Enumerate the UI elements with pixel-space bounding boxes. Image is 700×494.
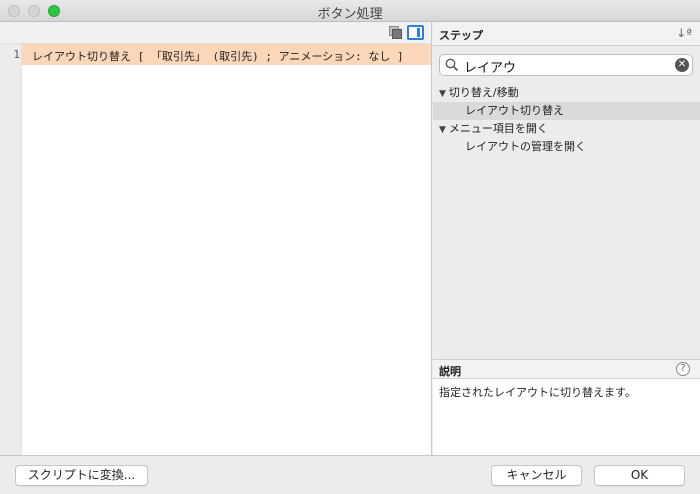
tree-item-label: レイアウト切り替え	[465, 104, 564, 117]
title-bar: ボタン処理	[0, 0, 700, 22]
window-title: ボタン処理	[317, 7, 383, 22]
line-number-gutter: 1	[0, 44, 22, 455]
toggle-panel-icon[interactable]	[407, 25, 424, 40]
editor-toolbar	[0, 22, 431, 44]
step-search-field[interactable]: レイアウ ✕	[439, 54, 693, 76]
description-header: 説明 ?	[433, 359, 700, 379]
clear-search-icon[interactable]: ✕	[675, 58, 689, 72]
line-number: 1	[13, 48, 20, 61]
ok-button[interactable]: OK	[594, 465, 685, 486]
tree-item-label: レイアウトの管理を開く	[465, 140, 586, 153]
cancel-button[interactable]: キャンセル	[491, 465, 582, 486]
step-tree: ▼ 切り替え/移動 レイアウト切り替え ▼ メニュー項目を開く レイアウトの管理を開…	[433, 84, 700, 156]
sort-icon[interactable]: ↓ª	[676, 26, 692, 40]
tree-category-label: メニュー項目を開く	[448, 122, 548, 135]
steps-title: ステップ	[439, 29, 483, 42]
steps-header: ステップ ↓ª	[433, 22, 700, 46]
copy-step-icon[interactable]	[389, 26, 403, 40]
expand-triangle-icon[interactable]: ▼	[439, 89, 446, 99]
bottom-bar: スクリプトに変換... キャンセル OK	[0, 455, 700, 494]
tree-category-switch-move[interactable]: ▼ 切り替え/移動	[433, 84, 700, 102]
script-step-line[interactable]: レイアウト切り替え [ 「取引先」 (取引先) ; アニメーション: なし ]	[22, 44, 431, 65]
search-input[interactable]: レイアウ	[464, 57, 516, 76]
script-editor: 1 レイアウト切り替え [ 「取引先」 (取引先) ; アニメーション: なし …	[0, 22, 432, 455]
tree-category-open-menu-item[interactable]: ▼ メニュー項目を開く	[433, 120, 700, 138]
tree-category-label: 切り替え/移動	[448, 86, 519, 99]
expand-triangle-icon[interactable]: ▼	[439, 125, 446, 135]
help-icon[interactable]: ?	[676, 362, 690, 376]
button-setup-window: ボタン処理 1 レイアウト切り替え [ 「取引先」 (取引先) ; アニメーショ…	[0, 0, 700, 494]
description-title: 説明	[439, 365, 461, 378]
tree-item-switch-layout[interactable]: レイアウト切り替え	[433, 102, 700, 120]
convert-to-script-button[interactable]: スクリプトに変換...	[15, 465, 148, 486]
search-icon	[445, 58, 459, 72]
tree-item-manage-layouts[interactable]: レイアウトの管理を開く	[433, 138, 700, 156]
description-text: 指定されたレイアウトに切り替えます。	[433, 379, 700, 455]
steps-panel: ステップ ↓ª レイアウ ✕ ▼ 切り替え/移動 レイアウト切り替え ▼ メニュー項…	[433, 22, 700, 455]
